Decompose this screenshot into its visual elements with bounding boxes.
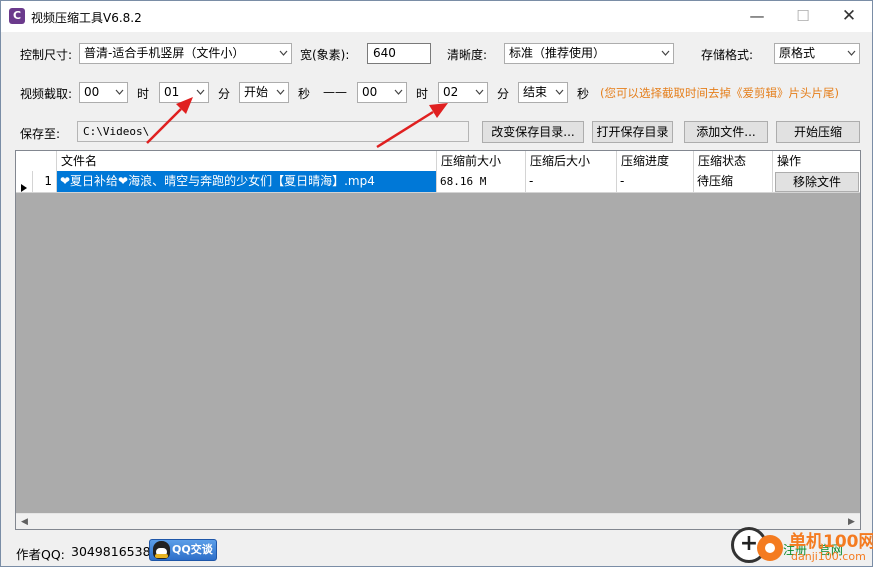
row-pointer-cell — [16, 171, 33, 193]
clarity-label: 清晰度: — [447, 48, 488, 62]
author-qq-number: 3049816538 — [71, 544, 151, 559]
qq-chat-label: QQ交谈 — [172, 543, 213, 556]
row-index: 1 — [33, 171, 57, 193]
clarity-select[interactable]: 标准（推荐使用） — [504, 43, 674, 64]
chevron-down-icon — [196, 89, 205, 96]
header-action[interactable]: 操作 — [773, 151, 860, 171]
app-window: C 视频压缩工具V6.8.2 — ☐ ✕ 控制尺寸: 普清-适合手机竖屏（文件小… — [0, 0, 873, 567]
width-input[interactable]: 640 — [367, 43, 431, 64]
window-title: 视频压缩工具V6.8.2 — [31, 11, 142, 25]
save-label: 保存至: — [20, 127, 61, 141]
file-table: 文件名 压缩前大小 压缩后大小 压缩进度 压缩状态 操作 1 ❤夏日补给❤海浪、… — [15, 150, 861, 530]
end-hour-value: 00 — [362, 85, 378, 99]
start-hour-select[interactable]: 00 — [79, 82, 128, 103]
header-size-before[interactable]: 压缩前大小 — [437, 151, 526, 171]
clip-hint-text: (您可以选择截取时间去掉《爱剪辑》片头片尾) — [600, 86, 839, 100]
orange-ring-icon — [757, 535, 783, 561]
chevron-down-icon — [394, 89, 403, 96]
header-filename[interactable]: 文件名 — [57, 151, 437, 171]
second-label: 秒 — [298, 87, 311, 101]
format-select-value: 原格式 — [779, 46, 816, 60]
size-select[interactable]: 普清-适合手机竖屏（文件小） — [79, 43, 292, 64]
open-save-dir-button[interactable]: 打开保存目录 — [592, 121, 673, 143]
start-hour-value: 00 — [84, 85, 100, 99]
start-second-select[interactable]: 开始 — [239, 82, 289, 103]
format-label: 存储格式: — [701, 48, 754, 62]
change-save-dir-button[interactable]: 改变保存目录... — [482, 121, 584, 143]
end-minute-label: 分 — [497, 87, 510, 101]
end-hour-select[interactable]: 00 — [357, 82, 407, 103]
save-path-field[interactable]: C:\Videos\ — [77, 121, 469, 142]
end-minute-select[interactable]: 02 — [438, 82, 488, 103]
chevron-down-icon — [847, 50, 856, 57]
scroll-left-icon[interactable]: ◀ — [16, 514, 33, 529]
size-label: 控制尺寸: — [20, 48, 73, 62]
minute-label: 分 — [218, 87, 231, 101]
chevron-down-icon — [475, 89, 484, 96]
clip-label: 视频截取: — [20, 87, 73, 101]
watermark-domain: danji100.com — [791, 550, 866, 563]
row-action-cell: 移除文件 — [773, 171, 860, 193]
hour-label: 时 — [137, 87, 150, 101]
end-minute-value: 02 — [443, 85, 459, 99]
watermark-brand: 单机100网 — [789, 532, 873, 552]
row-progress: - — [617, 171, 694, 193]
close-button[interactable]: ✕ — [826, 1, 872, 32]
chevron-down-icon — [276, 89, 285, 96]
app-logo-icon: C — [9, 8, 25, 24]
table-header: 文件名 压缩前大小 压缩后大小 压缩进度 压缩状态 操作 — [16, 151, 860, 171]
end-second-select[interactable]: 结束 — [518, 82, 568, 103]
range-separator: —— — [323, 85, 347, 99]
end-hour-label: 时 — [416, 87, 429, 101]
start-minute-value: 01 — [164, 85, 180, 99]
chevron-down-icon — [661, 50, 670, 57]
row-size-before: 68.16 M — [437, 171, 526, 193]
start-compress-button[interactable]: 开始压缩 — [776, 121, 860, 143]
remove-file-button[interactable]: 移除文件 — [775, 172, 859, 192]
qq-penguin-icon — [153, 541, 170, 559]
size-select-value: 普清-适合手机竖屏（文件小） — [84, 46, 245, 60]
author-label: 作者QQ: — [16, 547, 65, 562]
start-second-value: 开始 — [244, 85, 269, 99]
minimize-button[interactable]: — — [734, 1, 780, 32]
end-second-value: 结束 — [523, 85, 548, 99]
row-size-after: - — [526, 171, 617, 193]
add-file-button[interactable]: 添加文件... — [684, 121, 768, 143]
end-second-label: 秒 — [577, 87, 590, 101]
chevron-down-icon — [555, 89, 564, 96]
header-status[interactable]: 压缩状态 — [694, 151, 773, 171]
header-size-after[interactable]: 压缩后大小 — [526, 151, 617, 171]
row-status: 待压缩 — [694, 171, 773, 193]
table-row[interactable]: 1 ❤夏日补给❤海浪、晴空与奔跑的少女们【夏日晴海】.mp4 68.16 M -… — [16, 171, 860, 193]
qq-chat-button[interactable]: QQ交谈 — [149, 539, 217, 561]
chevron-down-icon — [279, 50, 288, 57]
format-select[interactable]: 原格式 — [774, 43, 860, 64]
header-progress[interactable]: 压缩进度 — [617, 151, 694, 171]
header-row-indicator — [16, 151, 57, 171]
site-watermark: + 注册 官网 单机100网 danji100.com — [727, 523, 873, 567]
start-minute-select[interactable]: 01 — [159, 82, 209, 103]
width-label: 宽(象素): — [300, 48, 350, 62]
maximize-button[interactable]: ☐ — [780, 1, 826, 32]
row-filename[interactable]: ❤夏日补给❤海浪、晴空与奔跑的少女们【夏日晴海】.mp4 — [57, 171, 437, 193]
row-pointer-icon — [21, 178, 27, 192]
title-bar: C 视频压缩工具V6.8.2 — ☐ ✕ — [1, 1, 872, 32]
clarity-select-value: 标准（推荐使用） — [509, 46, 606, 60]
chevron-down-icon — [115, 89, 124, 96]
